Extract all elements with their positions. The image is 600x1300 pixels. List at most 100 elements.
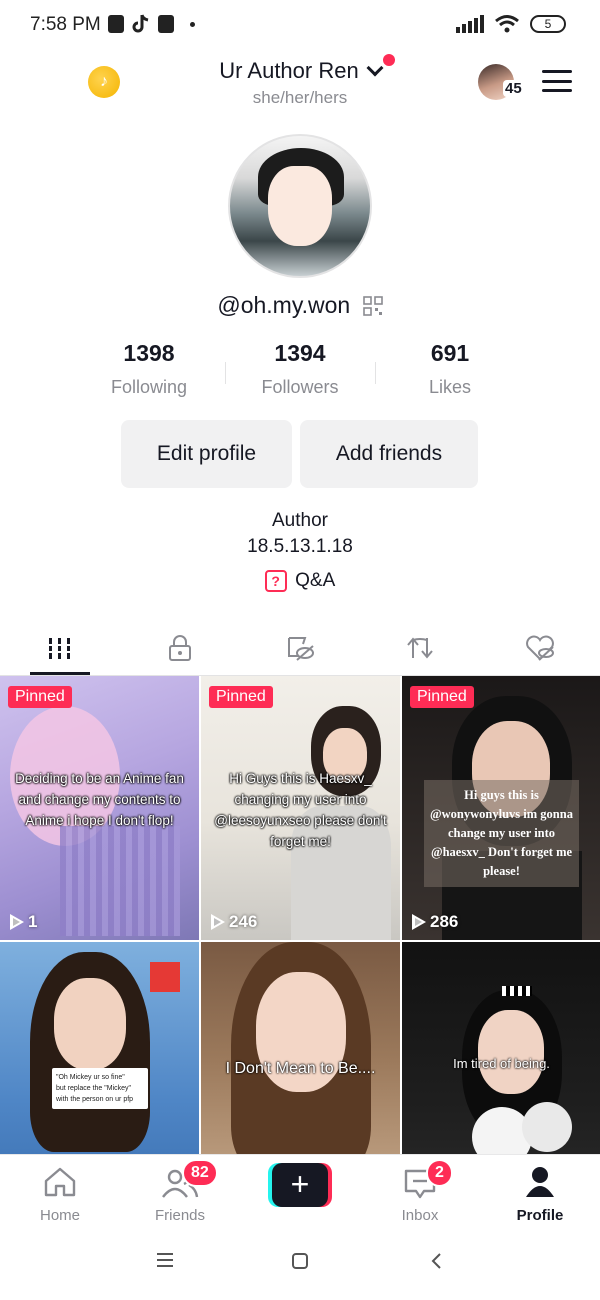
- wifi-icon: [495, 15, 519, 33]
- tab-reposts[interactable]: [360, 620, 480, 676]
- video-thumbnail[interactable]: I Don't Mean to Be....: [201, 942, 400, 1154]
- profile-stats: 1398 Following 1394 Followers 691 Likes: [0, 340, 600, 404]
- plus-icon: +: [272, 1163, 328, 1207]
- battery-indicator: 5: [530, 15, 566, 33]
- play-icon: [412, 914, 426, 930]
- video-thumbnail[interactable]: "Oh Mickey ur so fine" but replace the "…: [0, 942, 199, 1154]
- video-caption: Im tired of being.: [453, 1056, 550, 1071]
- pinned-badge: Pinned: [209, 686, 273, 708]
- account-switcher[interactable]: Ur Author Ren: [219, 54, 395, 84]
- view-count: 286: [412, 912, 458, 932]
- heart-slash-icon: [526, 635, 554, 661]
- chevron-down-icon: [366, 59, 384, 77]
- system-navigation-bar: [0, 1228, 600, 1300]
- notification-icons: [108, 14, 195, 34]
- caption-line: but replace the "Mickey": [56, 1085, 132, 1092]
- videos-grid-icon: [49, 638, 70, 659]
- recent-apps-icon[interactable]: [156, 1252, 174, 1268]
- nav-profile[interactable]: Profile: [480, 1161, 600, 1227]
- home-system-icon[interactable]: [291, 1252, 309, 1270]
- profile-icon: [526, 1167, 554, 1197]
- tiktok-notification-icon: [132, 14, 149, 33]
- friends-badge: 82: [182, 1159, 218, 1187]
- caption-line: "Oh Mickey ur so fine": [56, 1074, 125, 1081]
- pinned-badge: Pinned: [410, 686, 474, 708]
- profile-avatar[interactable]: [228, 134, 372, 278]
- notification-app-icon: [108, 15, 124, 33]
- following-stat[interactable]: 1398 Following: [74, 340, 224, 398]
- nav-friends-label: Friends: [154, 1207, 206, 1224]
- status-bar: 7:58 PM 5: [0, 0, 600, 52]
- active-tab-indicator: [30, 672, 90, 675]
- video-caption: Hi Guys this is Haesxv_ changing my user…: [214, 771, 387, 849]
- qa-icon: ?: [264, 570, 287, 592]
- thumbnail-art: [60, 826, 180, 936]
- video-thumbnail[interactable]: Pinned Hi guys this is @wonywonyluvs im …: [402, 676, 600, 940]
- view-count-value: 286: [430, 912, 459, 931]
- username-handle: @oh.my.won: [217, 292, 351, 318]
- followers-label: Followers: [261, 377, 339, 397]
- more-notifications-dot: [190, 21, 195, 27]
- bio-line: 18.5.13.1.18: [247, 536, 353, 557]
- thumbnail-art: [54, 978, 126, 1070]
- view-count: 246: [211, 912, 257, 932]
- video-thumbnail[interactable]: Pinned Hi Guys this is Haesxv_ changing …: [201, 676, 400, 940]
- video-thumbnail[interactable]: Im tired of being.: [402, 942, 600, 1154]
- tab-liked[interactable]: [480, 620, 600, 676]
- back-icon[interactable]: [430, 1252, 442, 1270]
- notification-dot: [382, 54, 395, 66]
- lock-icon: [169, 635, 191, 661]
- bottom-navigation: Home 82 Friends + 2 Inbox Profile: [0, 1154, 600, 1228]
- nav-friends[interactable]: 82 Friends: [120, 1159, 240, 1227]
- followers-stat[interactable]: 1394 Followers: [225, 340, 375, 398]
- video-thumbnail[interactable]: Pinned Deciding to be an Anime fan and c…: [0, 676, 199, 940]
- likes-label: Likes: [428, 377, 472, 397]
- create-button[interactable]: +: [268, 1163, 332, 1207]
- pinned-badge: Pinned: [8, 686, 72, 708]
- nav-home-label: Home: [39, 1207, 80, 1224]
- hamburger-menu-icon[interactable]: [542, 70, 572, 92]
- eye-slash-icon: [288, 637, 314, 661]
- video-grid: Pinned Deciding to be an Anime fan and c…: [0, 676, 600, 1154]
- likes-stat[interactable]: 691 Likes: [375, 340, 525, 398]
- view-count-value: 1: [28, 912, 38, 931]
- thumbnail-art: [478, 1010, 544, 1094]
- display-name: Ur Author Ren: [219, 58, 359, 83]
- view-count: 1: [10, 912, 37, 932]
- video-caption-card: "Oh Mickey ur so fine" but replace the "…: [52, 1068, 148, 1109]
- nav-inbox[interactable]: 2 Inbox: [360, 1159, 480, 1227]
- following-label: Following: [110, 377, 188, 397]
- following-count: 1398: [123, 340, 175, 366]
- add-friends-button[interactable]: Add friends: [300, 420, 478, 488]
- view-count-value: 246: [229, 912, 258, 931]
- status-time: 7:58 PM: [30, 14, 101, 35]
- thumbnail-art: [522, 1102, 572, 1152]
- tab-videos[interactable]: [0, 620, 120, 676]
- nav-profile-label: Profile: [516, 1207, 564, 1224]
- qa-label: Q&A: [295, 570, 336, 591]
- home-icon: [44, 1167, 76, 1197]
- nav-home[interactable]: Home: [0, 1161, 120, 1227]
- qr-code-icon[interactable]: [362, 295, 383, 316]
- edit-profile-button[interactable]: Edit profile: [121, 420, 292, 488]
- nav-inbox-label: Inbox: [401, 1207, 439, 1224]
- play-icon: [211, 914, 225, 930]
- caption-line: with the person on ur pfp: [56, 1096, 134, 1103]
- profile-header: ♪ Ur Author Ren she/her/hers 45: [0, 52, 600, 116]
- followers-count: 1394: [274, 340, 326, 366]
- likes-count: 691: [430, 340, 470, 366]
- bio: Author 18.5.13.1.18: [0, 508, 600, 560]
- tab-hidden[interactable]: [240, 620, 360, 676]
- notification-app-icon: [158, 15, 174, 33]
- video-caption: Hi guys this is @wonywonyluvs im gonna c…: [424, 780, 579, 887]
- video-caption: Deciding to be an Anime fan and change m…: [15, 771, 184, 828]
- avatar-face: [268, 166, 332, 246]
- tab-private[interactable]: [120, 620, 240, 676]
- thumbnail-art: [150, 962, 180, 992]
- qa-link[interactable]: ? Q&A: [0, 570, 600, 592]
- bio-line: Author: [272, 510, 328, 531]
- video-caption: I Don't Mean to Be....: [225, 1060, 376, 1077]
- inbox-badge: 2: [426, 1159, 453, 1187]
- pixel-sunglasses: [502, 986, 532, 996]
- play-icon: [10, 914, 24, 930]
